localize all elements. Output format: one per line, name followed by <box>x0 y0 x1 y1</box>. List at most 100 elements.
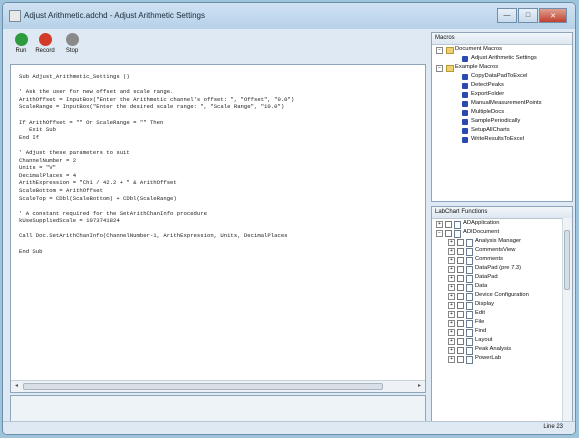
code-line[interactable] <box>19 141 294 149</box>
scroll-right-icon[interactable]: ▸ <box>414 381 425 392</box>
expand-icon[interactable]: + <box>448 266 455 273</box>
code-line[interactable] <box>19 111 294 119</box>
code-line[interactable]: ScaleRange = InputBox("Enter the desired… <box>19 103 294 111</box>
code-line[interactable]: ArithOffset = InputBox("Enter the Arithm… <box>19 96 294 104</box>
expand-icon[interactable]: + <box>448 338 455 345</box>
expand-icon[interactable]: + <box>436 221 443 228</box>
checkbox[interactable] <box>445 230 452 237</box>
code-line[interactable]: End If <box>19 134 294 142</box>
checkbox[interactable] <box>457 266 464 273</box>
checkbox[interactable] <box>457 320 464 327</box>
code-line[interactable]: Exit Sub <box>19 126 294 134</box>
macro-item[interactable]: MultipleDocs <box>432 108 572 117</box>
code-line[interactable] <box>19 81 294 89</box>
expand-icon[interactable]: + <box>448 284 455 291</box>
checkbox[interactable] <box>457 329 464 336</box>
code-line[interactable]: ChannelNumber = 2 <box>19 157 294 165</box>
collapse-icon[interactable]: − <box>436 47 443 54</box>
expand-icon[interactable]: + <box>448 356 455 363</box>
macro-item[interactable]: WriteResultsToExcel <box>432 135 572 144</box>
code-line[interactable] <box>19 202 294 210</box>
code-line[interactable]: ' Ask the user for new offset and scale … <box>19 88 294 96</box>
horizontal-scrollbar[interactable]: ◂ ▸ <box>11 380 425 392</box>
function-tree-item[interactable]: + DataPad <box>432 273 572 283</box>
code-line[interactable]: ArithExpression = "Ch1 / 42.2 + " & Arit… <box>19 179 294 187</box>
function-tree-item[interactable]: + Device Configuration <box>432 291 572 301</box>
expand-icon[interactable]: + <box>448 248 455 255</box>
code-text[interactable]: Sub Adjust_Arithmetic_Settings () ' Ask … <box>19 73 294 255</box>
checkbox[interactable] <box>457 248 464 255</box>
macro-item[interactable]: DetectPeaks <box>432 81 572 90</box>
expand-icon[interactable]: + <box>448 293 455 300</box>
checkbox[interactable] <box>457 257 464 264</box>
expand-icon[interactable]: + <box>448 329 455 336</box>
function-tree-item[interactable]: + Find <box>432 327 572 337</box>
code-line[interactable]: ' A constant required for the SetArithCh… <box>19 210 294 218</box>
checkbox[interactable] <box>457 239 464 246</box>
checkbox[interactable] <box>457 293 464 300</box>
code-line[interactable]: ScaleBottom = ArithOffset <box>19 187 294 195</box>
function-tree-item[interactable]: + DataPad (pre 7.3) <box>432 264 572 274</box>
vertical-scrollbar[interactable] <box>562 218 572 421</box>
function-tree-item[interactable]: + ADApplication <box>432 219 572 229</box>
code-line[interactable]: Sub Adjust_Arithmetic_Settings () <box>19 73 294 81</box>
checkbox[interactable] <box>457 347 464 354</box>
checkbox[interactable] <box>445 221 452 228</box>
macro-item[interactable]: CopyDataPadToExcel <box>432 72 572 81</box>
checkbox[interactable] <box>457 338 464 345</box>
maximize-button[interactable]: □ <box>518 8 538 23</box>
function-tree-item[interactable]: + Layout <box>432 336 572 346</box>
function-tree-item[interactable]: + Analysis Manager <box>432 237 572 247</box>
function-tree-item[interactable]: + File <box>432 318 572 328</box>
checkbox[interactable] <box>457 356 464 363</box>
code-line[interactable]: End Sub <box>19 248 294 256</box>
checkbox[interactable] <box>457 311 464 318</box>
expand-icon[interactable]: + <box>448 320 455 327</box>
function-tree-item[interactable]: + PowerLab <box>432 354 572 364</box>
macro-item[interactable]: SetupAllCharts <box>432 126 572 135</box>
expand-icon[interactable]: + <box>448 302 455 309</box>
code-line[interactable]: Units = "V" <box>19 164 294 172</box>
code-line[interactable]: DecimalPlaces = 4 <box>19 172 294 180</box>
code-line[interactable] <box>19 240 294 248</box>
stop-button[interactable]: Stop <box>60 31 84 54</box>
code-line[interactable]: ' Adjust these parameters to suit <box>19 149 294 157</box>
code-line[interactable]: kUseSuppliedScale = 1073741824 <box>19 217 294 225</box>
checkbox[interactable] <box>457 275 464 282</box>
function-tree-item[interactable]: + Edit <box>432 309 572 319</box>
close-button[interactable]: ✕ <box>539 8 567 23</box>
run-button[interactable]: Run <box>9 31 33 54</box>
expand-icon[interactable]: + <box>448 347 455 354</box>
expand-icon[interactable]: + <box>448 275 455 282</box>
checkbox[interactable] <box>457 302 464 309</box>
code-line[interactable]: ScaleTop = CDbl(ScaleBottom) + CDbl(Scal… <box>19 195 294 203</box>
collapse-icon[interactable]: − <box>436 65 443 72</box>
macro-item[interactable]: SamplePeriodically <box>432 117 572 126</box>
code-line[interactable]: If ArithOffset = "" Or ScaleRange = "" T… <box>19 119 294 127</box>
scrollbar-thumb[interactable] <box>23 383 383 390</box>
record-button[interactable]: Record <box>33 31 57 54</box>
collapse-icon[interactable]: − <box>436 230 443 237</box>
minimize-button[interactable]: — <box>497 8 517 23</box>
macro-item[interactable]: ExportFolder <box>432 90 572 99</box>
macro-folder[interactable]: − Example Macros <box>432 63 572 72</box>
function-tree-item[interactable]: + Peak Analysis <box>432 345 572 355</box>
function-tree-item[interactable]: − ADIDocument <box>432 228 572 238</box>
code-line[interactable]: Call Doc.SetArithChanInfo(ChannelNumber-… <box>19 232 294 240</box>
macro-folder[interactable]: − Document Macros <box>432 45 572 54</box>
scroll-left-icon[interactable]: ◂ <box>11 381 22 392</box>
macro-item[interactable]: Adjust Arithmetic Settings <box>432 54 572 63</box>
code-editor[interactable]: Sub Adjust_Arithmetic_Settings () ' Ask … <box>10 64 426 393</box>
macros-tree: − Document Macros Adjust Arithmetic Settin… <box>432 45 572 144</box>
expand-icon[interactable]: + <box>448 239 455 246</box>
code-line[interactable] <box>19 225 294 233</box>
vertical-scrollbar-thumb[interactable] <box>564 230 570 290</box>
macro-item[interactable]: ManualMeasurementPoints <box>432 99 572 108</box>
function-tree-item[interactable]: + Display <box>432 300 572 310</box>
function-tree-item[interactable]: + Comments <box>432 255 572 265</box>
expand-icon[interactable]: + <box>448 311 455 318</box>
function-tree-item[interactable]: + Data <box>432 282 572 292</box>
expand-icon[interactable]: + <box>448 257 455 264</box>
checkbox[interactable] <box>457 284 464 291</box>
function-tree-item[interactable]: + CommentsView <box>432 246 572 256</box>
